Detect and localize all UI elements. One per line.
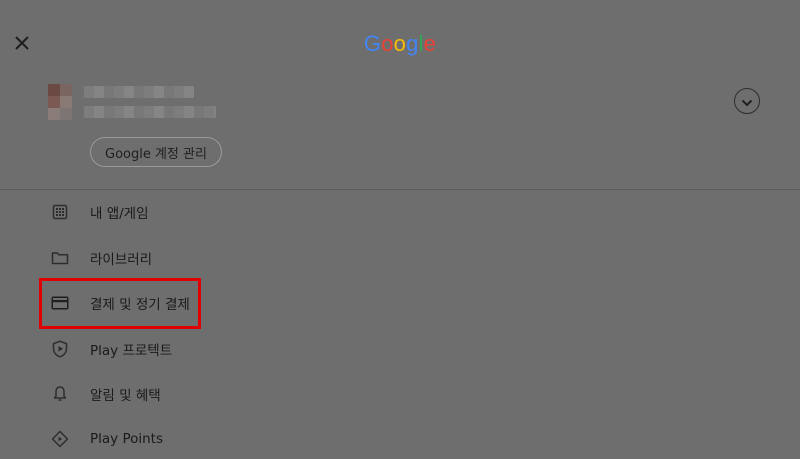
shield-play-icon [50, 339, 70, 359]
menu-item-notifications-offers[interactable]: 알림 및 혜택 [40, 374, 440, 414]
apps-grid-icon [50, 202, 70, 222]
chevron-down-icon [741, 92, 753, 111]
manage-google-account-button[interactable]: Google 계정 관리 [90, 137, 222, 167]
menu-item-my-apps[interactable]: 내 앱/게임 [40, 192, 440, 232]
highlight-box [39, 278, 201, 329]
menu-item-play-points[interactable]: Play Points [40, 419, 440, 459]
menu-item-label: Play Points [90, 431, 163, 447]
menu-item-label: 알림 및 혜택 [90, 388, 161, 404]
folder-icon [50, 248, 70, 268]
bell-icon [50, 384, 70, 404]
menu-item-label: 라이브러리 [90, 252, 153, 268]
divider [0, 189, 800, 190]
account-email-blurred [84, 106, 216, 118]
account-name-blurred [84, 86, 194, 98]
menu-item-label: 내 앱/게임 [90, 206, 149, 222]
menu-item-library[interactable]: 라이브러리 [40, 238, 440, 278]
diamond-icon [50, 429, 70, 449]
menu-item-play-protect[interactable]: Play 프로텍트 [40, 329, 440, 369]
avatar [48, 84, 72, 120]
account-expand-button[interactable] [734, 88, 760, 114]
google-logo: Google [363, 31, 437, 56]
menu-item-label: Play 프로텍트 [90, 343, 173, 359]
